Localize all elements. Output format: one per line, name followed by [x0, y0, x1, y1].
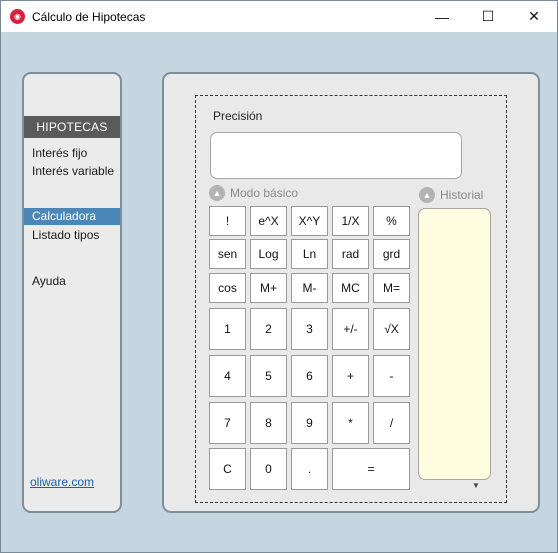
key-percent[interactable]: % — [373, 206, 410, 236]
title-bar: ◉ Cálculo de Hipotecas — ☐ ✕ — [1, 1, 557, 32]
sidebar: HIPOTECAS Interés fijo Interés variable … — [22, 72, 122, 513]
main-panel: Precisión ▲ Modo básico ▲ Historial ! e^… — [162, 72, 540, 513]
key-cos[interactable]: cos — [209, 273, 246, 303]
history-label: Historial — [440, 188, 484, 202]
key-4[interactable]: 4 — [209, 355, 246, 397]
key-memory-clear[interactable]: MC — [332, 273, 369, 303]
sidebar-item-interes-fijo[interactable]: Interés fijo — [24, 145, 120, 162]
key-0[interactable]: 0 — [250, 448, 287, 490]
app-window: ◉ Cálculo de Hipotecas — ☐ ✕ HIPOTECAS I… — [0, 0, 558, 553]
key-ln[interactable]: Ln — [291, 239, 328, 269]
mode-label: Modo básico — [230, 186, 299, 200]
key-rad[interactable]: rad — [332, 239, 369, 269]
key-exp[interactable]: e^X — [250, 206, 287, 236]
key-equals[interactable]: = — [332, 448, 410, 490]
key-1[interactable]: 1 — [209, 308, 246, 350]
sidebar-header: HIPOTECAS — [24, 116, 120, 138]
calculator: Precisión ▲ Modo básico ▲ Historial ! e^… — [195, 95, 507, 503]
mode-toggle[interactable]: ▲ Modo básico — [209, 185, 298, 201]
caret-down-icon[interactable]: ▼ — [472, 481, 480, 490]
sidebar-item-ayuda[interactable]: Ayuda — [24, 273, 120, 290]
key-subtract[interactable]: - — [373, 355, 410, 397]
precision-display[interactable] — [210, 132, 462, 179]
key-2[interactable]: 2 — [250, 308, 287, 350]
window-title: Cálculo de Hipotecas — [32, 10, 146, 24]
chevron-up-icon: ▲ — [419, 187, 435, 203]
key-log[interactable]: Log — [250, 239, 287, 269]
precision-label: Precisión — [213, 109, 263, 123]
key-9[interactable]: 9 — [291, 402, 328, 444]
key-decimal[interactable]: . — [291, 448, 328, 490]
key-divide[interactable]: / — [373, 402, 410, 444]
chevron-up-icon: ▲ — [209, 185, 225, 201]
key-5[interactable]: 5 — [250, 355, 287, 397]
key-factorial[interactable]: ! — [209, 206, 246, 236]
website-link[interactable]: oliware.com — [30, 475, 94, 489]
key-sen[interactable]: sen — [209, 239, 246, 269]
key-clear[interactable]: C — [209, 448, 246, 490]
history-toggle[interactable]: ▲ Historial — [419, 187, 483, 203]
key-3[interactable]: 3 — [291, 308, 328, 350]
key-add[interactable]: + — [332, 355, 369, 397]
key-8[interactable]: 8 — [250, 402, 287, 444]
sidebar-item-interes-variable[interactable]: Interés variable — [24, 163, 120, 180]
key-7[interactable]: 7 — [209, 402, 246, 444]
key-reciprocal[interactable]: 1/X — [332, 206, 369, 236]
minimize-button[interactable]: — — [419, 1, 465, 32]
key-memory-subtract[interactable]: M- — [291, 273, 328, 303]
key-grd[interactable]: grd — [373, 239, 410, 269]
close-button[interactable]: ✕ — [511, 1, 557, 32]
maximize-button[interactable]: ☐ — [465, 1, 511, 32]
key-negate[interactable]: +/- — [332, 308, 369, 350]
key-6[interactable]: 6 — [291, 355, 328, 397]
history-panel[interactable] — [418, 208, 491, 480]
key-power[interactable]: X^Y — [291, 206, 328, 236]
key-sqrt[interactable]: √X — [373, 308, 410, 350]
sidebar-item-listado-tipos[interactable]: Listado tipos — [24, 227, 120, 244]
app-logo-icon: ◉ — [10, 9, 25, 24]
key-memory-recall[interactable]: M= — [373, 273, 410, 303]
sidebar-item-calculadora[interactable]: Calculadora — [24, 208, 120, 225]
key-multiply[interactable]: * — [332, 402, 369, 444]
key-memory-add[interactable]: M+ — [250, 273, 287, 303]
